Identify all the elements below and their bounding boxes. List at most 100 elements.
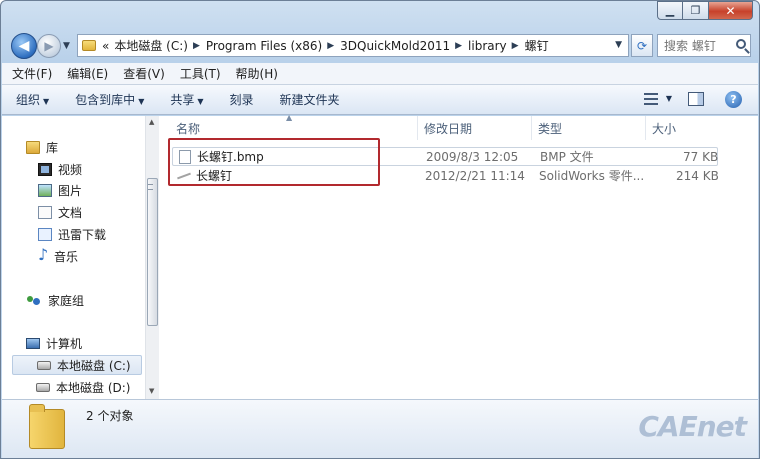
menu-bar: 文件(F) 编辑(E) 查看(V) 工具(T) 帮助(H): [2, 63, 758, 85]
nav-label: 迅雷下载: [58, 227, 107, 242]
file-type: SolidWorks 零件...: [539, 169, 645, 183]
recent-pages-dropdown[interactable]: ▼: [63, 41, 70, 51]
chevron-down-icon[interactable]: ▼: [666, 94, 672, 103]
breadcrumb-overflow[interactable]: «: [102, 39, 109, 53]
homegroup-icon: [26, 294, 42, 307]
nav-label: 视频: [58, 162, 83, 177]
burn-button[interactable]: 刻录: [230, 91, 254, 108]
highlight-annotation: [168, 138, 380, 186]
organize-button[interactable]: 组织 ▼: [16, 91, 49, 108]
chevron-down-icon: ▼: [138, 97, 145, 106]
file-type: BMP 文件: [540, 150, 594, 164]
menu-tools[interactable]: 工具(T): [180, 65, 221, 82]
column-header-name[interactable]: 名称: [170, 116, 418, 140]
breadcrumb-program-files[interactable]: Program Files (x86): [206, 39, 322, 53]
scroll-down-arrow-icon[interactable]: ▼: [149, 387, 154, 395]
menu-edit[interactable]: 编辑(E): [67, 65, 108, 82]
breadcrumb-drive-c[interactable]: 本地磁盘 (C:): [114, 37, 188, 54]
watermark-logo: CAEnet: [638, 410, 747, 443]
computer-icon: [26, 337, 40, 349]
menu-view[interactable]: 查看(V): [123, 65, 165, 82]
drive-icon: [36, 382, 50, 392]
nav-pictures[interactable]: 图片: [38, 180, 82, 200]
navigation-pane: 库 视频 图片 文档 迅雷下载 音乐: [2, 116, 144, 399]
content-area: 库 视频 图片 文档 迅雷下载 音乐: [2, 113, 758, 399]
nav-homegroup[interactable]: 家庭组: [26, 290, 84, 310]
search-icon[interactable]: [736, 39, 746, 49]
share-button[interactable]: 共享 ▼: [170, 91, 203, 108]
music-icon: [38, 245, 48, 264]
grip-icon: [148, 184, 153, 190]
address-bar[interactable]: « 本地磁盘 (C:) ▶ Program Files (x86) ▶ 3DQu…: [77, 34, 629, 57]
drive-icon: [37, 360, 51, 370]
help-icon[interactable]: ?: [725, 91, 742, 108]
nav-computer[interactable]: 计算机: [26, 333, 82, 353]
file-date: 2009/8/3 12:05: [426, 149, 519, 164]
column-header-type[interactable]: 类型: [532, 116, 646, 140]
chevron-right-icon[interactable]: ▶: [512, 41, 519, 51]
refresh-button[interactable]: ⟳: [631, 34, 653, 57]
include-in-library-label: 包含到库中: [75, 93, 136, 107]
nav-label: 本地磁盘 (D:): [56, 380, 131, 395]
nav-drive-d[interactable]: 本地磁盘 (D:): [36, 377, 130, 397]
preview-pane-icon[interactable]: [688, 92, 704, 106]
nav-label: 音乐: [54, 249, 79, 264]
scroll-up-arrow-icon[interactable]: ▲: [149, 118, 154, 126]
nav-music[interactable]: 音乐: [38, 245, 79, 266]
file-size: 77 KB: [683, 149, 719, 164]
explorer-window: ▁ ❐ ✕ ◀ ▶ ▼ « 本地磁盘 (C:) ▶ Program Files …: [0, 0, 760, 459]
menu-help[interactable]: 帮助(H): [236, 65, 278, 82]
file-size: 214 KB: [676, 168, 719, 183]
breadcrumb-library[interactable]: library: [468, 39, 507, 53]
nav-scrollbar[interactable]: ▲ ▼: [145, 116, 159, 399]
organize-label: 组织: [16, 93, 41, 107]
nav-drive-c[interactable]: 本地磁盘 (C:): [12, 355, 142, 375]
breadcrumb-screws[interactable]: 螺钉: [525, 37, 549, 54]
breadcrumb-3dquickmold[interactable]: 3DQuickMold2011: [340, 39, 450, 53]
search-box[interactable]: [657, 34, 751, 57]
chevron-right-icon[interactable]: ▶: [455, 41, 462, 51]
document-icon: [38, 205, 52, 219]
library-icon: [26, 140, 40, 154]
nav-documents[interactable]: 文档: [38, 202, 82, 222]
chevron-right-icon[interactable]: ▶: [327, 41, 334, 51]
nav-label: 本地磁盘 (C:): [57, 358, 131, 373]
nav-label: 库: [46, 140, 59, 155]
menu-file[interactable]: 文件(F): [12, 65, 52, 82]
include-in-library-button[interactable]: 包含到库中 ▼: [75, 91, 144, 108]
nav-label: 文档: [58, 205, 83, 220]
file-date: 2012/2/21 11:14: [425, 168, 525, 183]
scroll-thumb[interactable]: [147, 178, 158, 326]
navigation-bar: ◀ ▶ ▼ « 本地磁盘 (C:) ▶ Program Files (x86) …: [9, 29, 751, 63]
nav-label: 家庭组: [48, 293, 85, 308]
nav-label: 图片: [58, 183, 83, 198]
column-header-size[interactable]: 大小: [646, 116, 720, 140]
view-options-icon[interactable]: [644, 93, 658, 105]
folder-icon: [29, 404, 65, 449]
minimize-button[interactable]: ▁: [657, 1, 683, 20]
nav-thunder-downloads[interactable]: 迅雷下载: [38, 224, 106, 244]
maximize-button[interactable]: ❐: [683, 1, 709, 20]
chevron-down-icon[interactable]: ▼: [615, 40, 622, 50]
back-button[interactable]: ◀: [11, 33, 37, 59]
video-icon: [38, 162, 52, 176]
chevron-down-icon: ▼: [43, 97, 50, 106]
column-header-date[interactable]: 修改日期: [418, 116, 532, 140]
item-count: 2 个对象: [86, 409, 134, 423]
command-bar: 组织 ▼ 包含到库中 ▼ 共享 ▼ 刻录 新建文件夹 ▼ ?: [2, 85, 758, 115]
chevron-right-icon[interactable]: ▶: [193, 41, 200, 51]
search-input[interactable]: [664, 38, 732, 53]
chevron-down-icon: ▼: [197, 97, 204, 106]
download-icon: [38, 227, 52, 241]
close-button[interactable]: ✕: [709, 1, 753, 20]
share-label: 共享: [170, 93, 195, 107]
new-folder-button[interactable]: 新建文件夹: [280, 91, 340, 108]
forward-button[interactable]: ▶: [37, 34, 61, 58]
details-pane: 2 个对象 CAEnet: [2, 399, 758, 458]
caption-buttons: ▁ ❐ ✕: [657, 1, 753, 20]
nav-library[interactable]: 库: [26, 137, 58, 157]
pictures-icon: [38, 183, 52, 197]
nav-videos[interactable]: 视频: [38, 159, 82, 179]
nav-label: 计算机: [46, 336, 83, 351]
folder-icon: [82, 40, 96, 51]
